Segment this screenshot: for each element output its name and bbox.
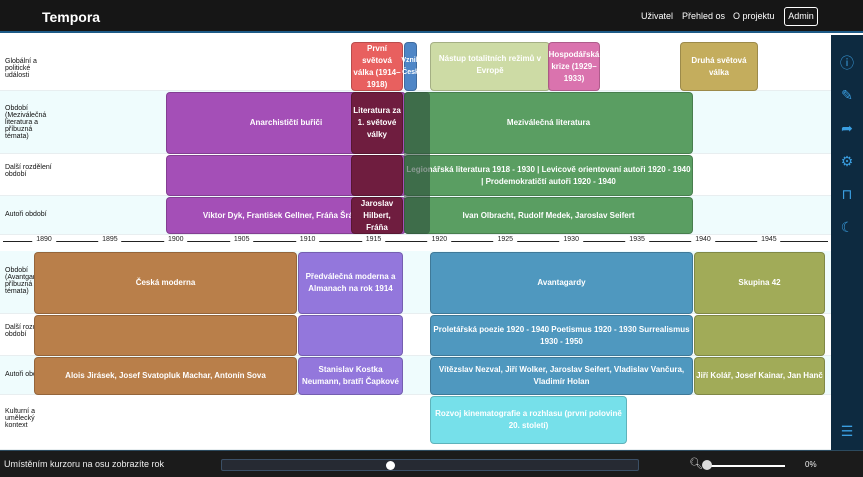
axis-tick-label: 1910 (295, 236, 320, 243)
zoom-icon: 🔍︎ (689, 458, 703, 470)
axis-tick-label: 1945 (757, 236, 781, 243)
axis-tick-label: 1935 (625, 236, 649, 243)
event-totalitni[interactable]: Nástup totalitních režimů v Evropě (430, 42, 550, 91)
zoom-slider[interactable] (705, 465, 785, 467)
period-mezi[interactable]: Meziválečná literatura (404, 92, 693, 154)
row-label: Kulturní a umělecký kontext (5, 408, 35, 429)
period-sk42[interactable]: Skupina 42 (694, 252, 825, 314)
row-label: Období (Meziválečná literatura a příbuzn… (5, 105, 47, 140)
timeline-scrollbar[interactable] (221, 459, 639, 471)
bookmark-icon[interactable]: ⊓ (839, 186, 855, 202)
overlap-shade (404, 92, 430, 234)
row-label: Globální a politické události (5, 58, 37, 79)
axis-tick-label: 1905 (229, 236, 254, 243)
event-ww2[interactable]: Druhá světová válka (680, 42, 758, 91)
info-icon[interactable]: ⓘ (839, 55, 855, 71)
period-avant[interactable]: Avantagardy (430, 252, 693, 314)
authors-mezi[interactable]: Ivan Olbracht, Rudolf Medek, Jaroslav Se… (404, 197, 693, 234)
nav-user[interactable]: Uživatel (641, 11, 673, 21)
axis-tick-label: 1900 (164, 236, 188, 243)
event-vznik[interactable]: Vznik Česk (401, 42, 420, 91)
axis-tick-label: 1915 (361, 236, 386, 243)
subperiod-sk42[interactable] (694, 315, 825, 356)
zoom-thumb[interactable] (702, 460, 712, 470)
row-label: Další rozdělení období (5, 164, 52, 178)
axis-tick-label: 1890 (32, 236, 56, 243)
header: Tempora Uživatel Přehled os O projektu A… (0, 0, 863, 33)
right-sidebar: ⓘ ✎ ➦ ⚙ ⊓ ☾ ☰ (831, 35, 863, 450)
subperiod-moderna[interactable] (34, 315, 297, 356)
moon-icon[interactable]: ☾ (839, 219, 855, 235)
authors-predval[interactable]: Stanislav Kostka Neumann, bratři Čapkové (298, 357, 403, 395)
share-icon[interactable]: ➦ (839, 120, 855, 136)
subperiod-litwar[interactable] (351, 155, 403, 196)
authors-moderna[interactable]: Alois Jirásek, Josef Svatopluk Machar, A… (34, 357, 297, 395)
list-icon[interactable]: ☰ (839, 423, 855, 439)
admin-button[interactable]: Admin (784, 7, 818, 26)
authors-avant[interactable]: Vítězslav Nezval, Jiří Wolker, Jaroslav … (430, 357, 693, 395)
authors-sk42[interactable]: Jiří Kolář, Josef Kainar, Jan Hanč (694, 357, 825, 395)
zoom-value: 0% (805, 460, 817, 469)
scroll-thumb[interactable] (386, 461, 395, 470)
event-krize[interactable]: Hospodářská krize (1929–1933) (548, 42, 600, 91)
nav-overview[interactable]: Přehled os (682, 11, 725, 21)
edit-icon[interactable]: ✎ (839, 87, 855, 103)
row-culture: Kulturní a umělecký kontext (0, 395, 831, 450)
axis-hint: Umístěním kurzoru na osu zobrazíte rok (4, 459, 165, 469)
footer: Umístěním kurzoru na osu zobrazíte rok 🔍… (0, 450, 863, 477)
nav-about[interactable]: O projektu (733, 11, 775, 21)
event-ww1[interactable]: První světová válka (1914–1918) (351, 42, 403, 91)
axis-tick-label: 1925 (493, 236, 518, 243)
app-logo[interactable]: Tempora (42, 9, 100, 25)
row-label: Autoři období (5, 211, 47, 218)
period-moderna[interactable]: Česká moderna (34, 252, 297, 314)
axis-tick-label: 1930 (559, 236, 583, 243)
subperiod-avant[interactable]: Proletářská poezie 1920 - 1940 Poetismus… (430, 315, 693, 356)
axis-tick-label: 1895 (98, 236, 122, 243)
settings-icon[interactable]: ⚙ (839, 153, 855, 169)
authors-litwar[interactable]: Jaroslav Hilbert, Fráňa (351, 197, 403, 234)
period-predval[interactable]: Předválečná moderna a Almanach na rok 19… (298, 252, 403, 314)
axis-tick-label: 1920 (427, 236, 452, 243)
axis-tick-label: 1940 (691, 236, 715, 243)
context-kino[interactable]: Rozvoj kinematografie a rozhlasu (první … (430, 396, 627, 444)
subperiod-predval[interactable] (298, 315, 403, 356)
period-litwar[interactable]: Literatura za 1. světové války (351, 92, 403, 154)
timeline: Globální a politické události Období (Me… (0, 35, 831, 450)
subperiod-mezi[interactable]: Legionářská literatura 1918 - 1930 | Lev… (404, 155, 693, 196)
